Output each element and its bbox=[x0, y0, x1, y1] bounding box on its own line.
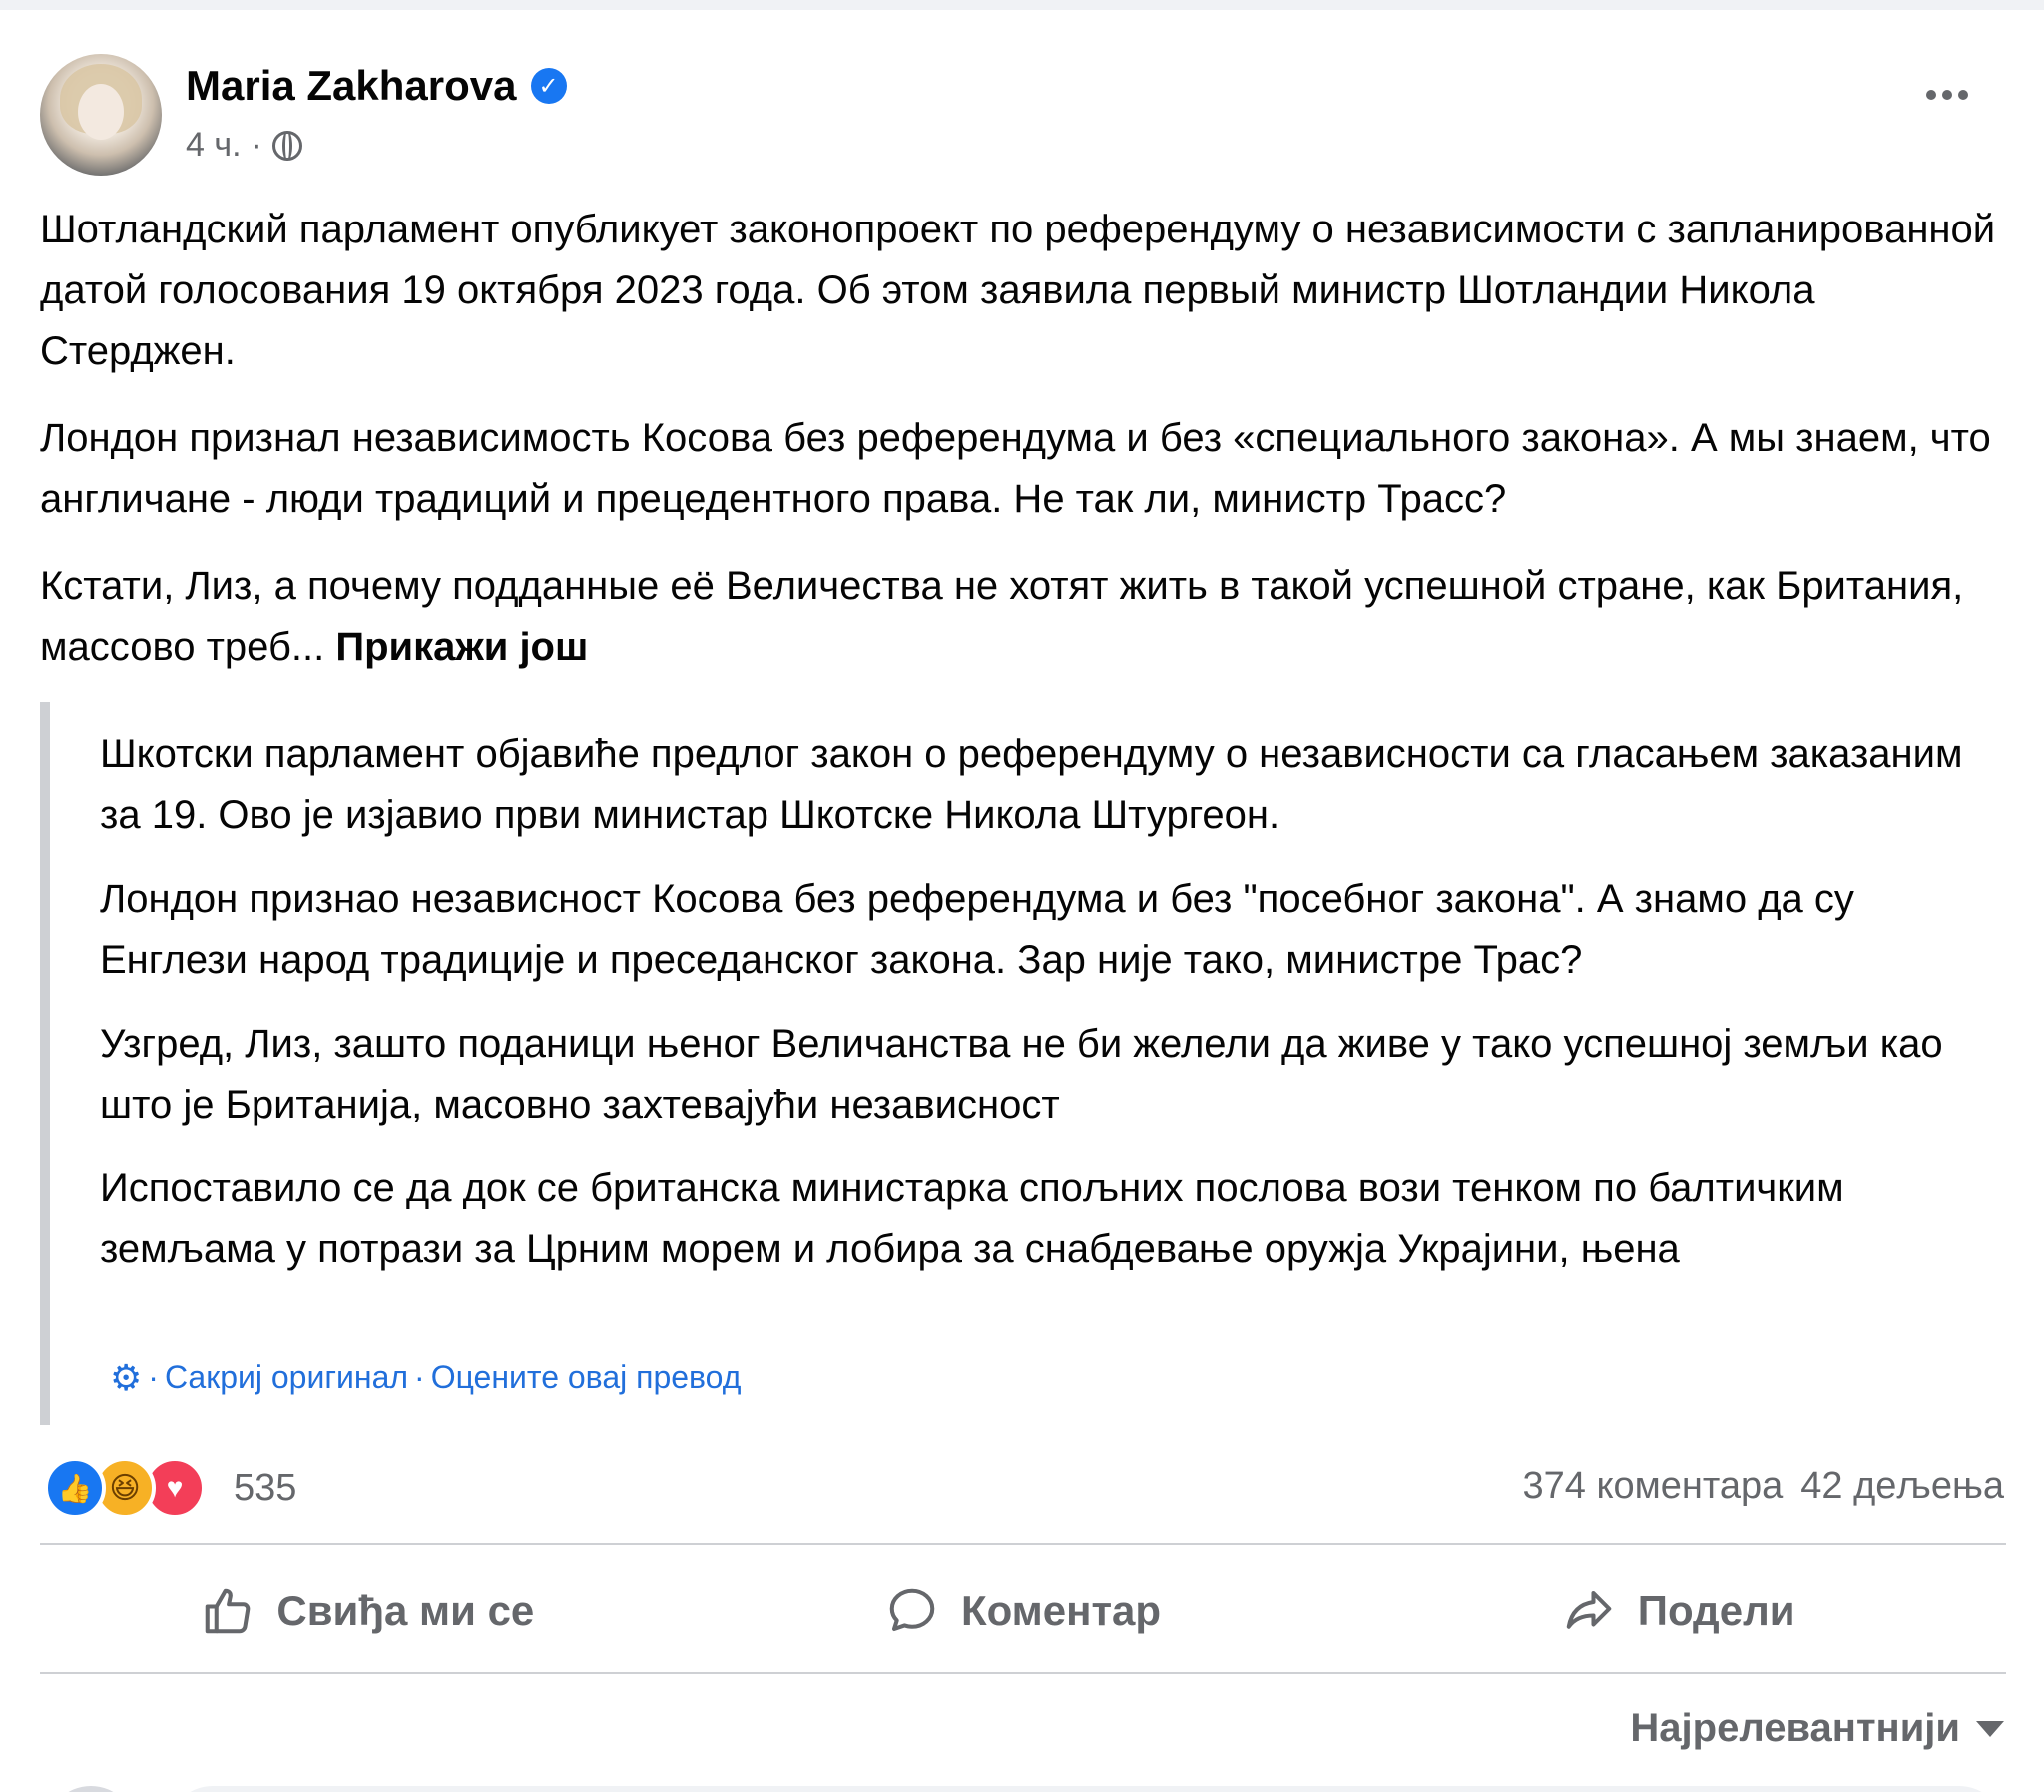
post-time[interactable]: 4 ч. bbox=[186, 126, 242, 165]
post-paragraph: Лондон признал независимость Косова без … bbox=[40, 416, 1991, 521]
translation-links: ⚙ · Сакриј оригинал · Оцените овај прево… bbox=[110, 1359, 741, 1396]
action-bar: Свиђа ми се Коментар Подели bbox=[40, 1567, 2006, 1656]
current-user-avatar[interactable] bbox=[46, 1786, 136, 1792]
divider bbox=[40, 1543, 2006, 1545]
share-arrow-icon bbox=[1566, 1590, 1612, 1629]
share-button[interactable]: Подели bbox=[1350, 1567, 2006, 1656]
link-separator: · bbox=[414, 1359, 425, 1395]
comment-input[interactable] bbox=[168, 1786, 2004, 1792]
engagement-stats: 374 коментара 42 дељења bbox=[1523, 1465, 2005, 1508]
translation-paragraph: Испоставило се да док се британска минис… bbox=[100, 1166, 1844, 1271]
truncated-text: Кстати, Лиз, а почему подданные её Велич… bbox=[40, 564, 1964, 669]
like-label: Свиђа ми се bbox=[276, 1587, 535, 1634]
gear-icon[interactable]: ⚙ bbox=[110, 1359, 142, 1396]
translation-paragraph: Шкотски парламент објавиће предлог закон… bbox=[100, 732, 1963, 837]
see-more-link[interactable]: Прикажи још bbox=[335, 625, 588, 669]
sort-label: Најрелевантнији bbox=[1630, 1706, 1960, 1750]
post-card: Maria Zakharova ✓ 4 ч. · Шотландский пар… bbox=[0, 10, 2044, 1792]
caret-down-icon bbox=[1976, 1720, 2004, 1737]
globe-icon[interactable] bbox=[271, 130, 302, 161]
dot-icon bbox=[1926, 90, 1936, 100]
comment-button[interactable]: Коментар bbox=[696, 1567, 1351, 1656]
share-label: Подели bbox=[1637, 1587, 1795, 1634]
avatar-face bbox=[78, 84, 124, 140]
post-paragraph-truncated: Кстати, Лиз, а почему подданные её Велич… bbox=[40, 556, 2016, 677]
dot-icon bbox=[1942, 90, 1952, 100]
author-name[interactable]: Maria Zakharova bbox=[186, 62, 517, 110]
author-avatar[interactable] bbox=[40, 54, 162, 176]
translation-paragraph: Лондон признао независност Косова без ре… bbox=[100, 877, 1854, 982]
like-reaction-icon: 👍 bbox=[44, 1457, 106, 1519]
author-header: Maria Zakharova ✓ bbox=[186, 62, 567, 110]
comment-sort-dropdown[interactable]: Најрелевантнији bbox=[1630, 1706, 2004, 1751]
comments-count[interactable]: 374 коментара bbox=[1523, 1465, 1784, 1508]
divider bbox=[40, 1672, 2006, 1674]
verified-badge-icon: ✓ bbox=[530, 68, 567, 104]
post-body: Шотландский парламент опубликует законоп… bbox=[40, 200, 2016, 703]
like-button[interactable]: Свиђа ми се bbox=[40, 1567, 696, 1656]
translation-paragraph: Узгред, Лиз, зашто поданици њеног Велича… bbox=[100, 1022, 1943, 1126]
link-separator: · bbox=[148, 1359, 159, 1395]
rate-translation-link[interactable]: Оцените овај превод bbox=[431, 1359, 742, 1396]
post-meta: 4 ч. · bbox=[186, 126, 302, 165]
reaction-count[interactable]: 535 bbox=[234, 1467, 296, 1510]
thumbs-up-icon bbox=[206, 1588, 251, 1634]
more-options-button[interactable] bbox=[1926, 90, 1968, 100]
hide-original-link[interactable]: Сакриј оригинал bbox=[165, 1359, 408, 1396]
shares-count[interactable]: 42 дељења bbox=[1800, 1465, 2004, 1508]
translation-text: Шкотски парламент објавиће предлог закон… bbox=[100, 724, 1996, 1303]
dot-icon bbox=[1958, 90, 1968, 100]
comment-bubble-icon bbox=[889, 1588, 935, 1632]
post-paragraph: Шотландский парламент опубликует законоп… bbox=[40, 208, 1996, 373]
reactions-summary[interactable]: 👍 😆 ♥ 535 bbox=[44, 1457, 296, 1519]
comment-label: Коментар bbox=[960, 1587, 1162, 1634]
translation-block: Шкотски парламент објавиће предлог закон… bbox=[40, 702, 2006, 1425]
meta-separator: · bbox=[251, 126, 262, 164]
